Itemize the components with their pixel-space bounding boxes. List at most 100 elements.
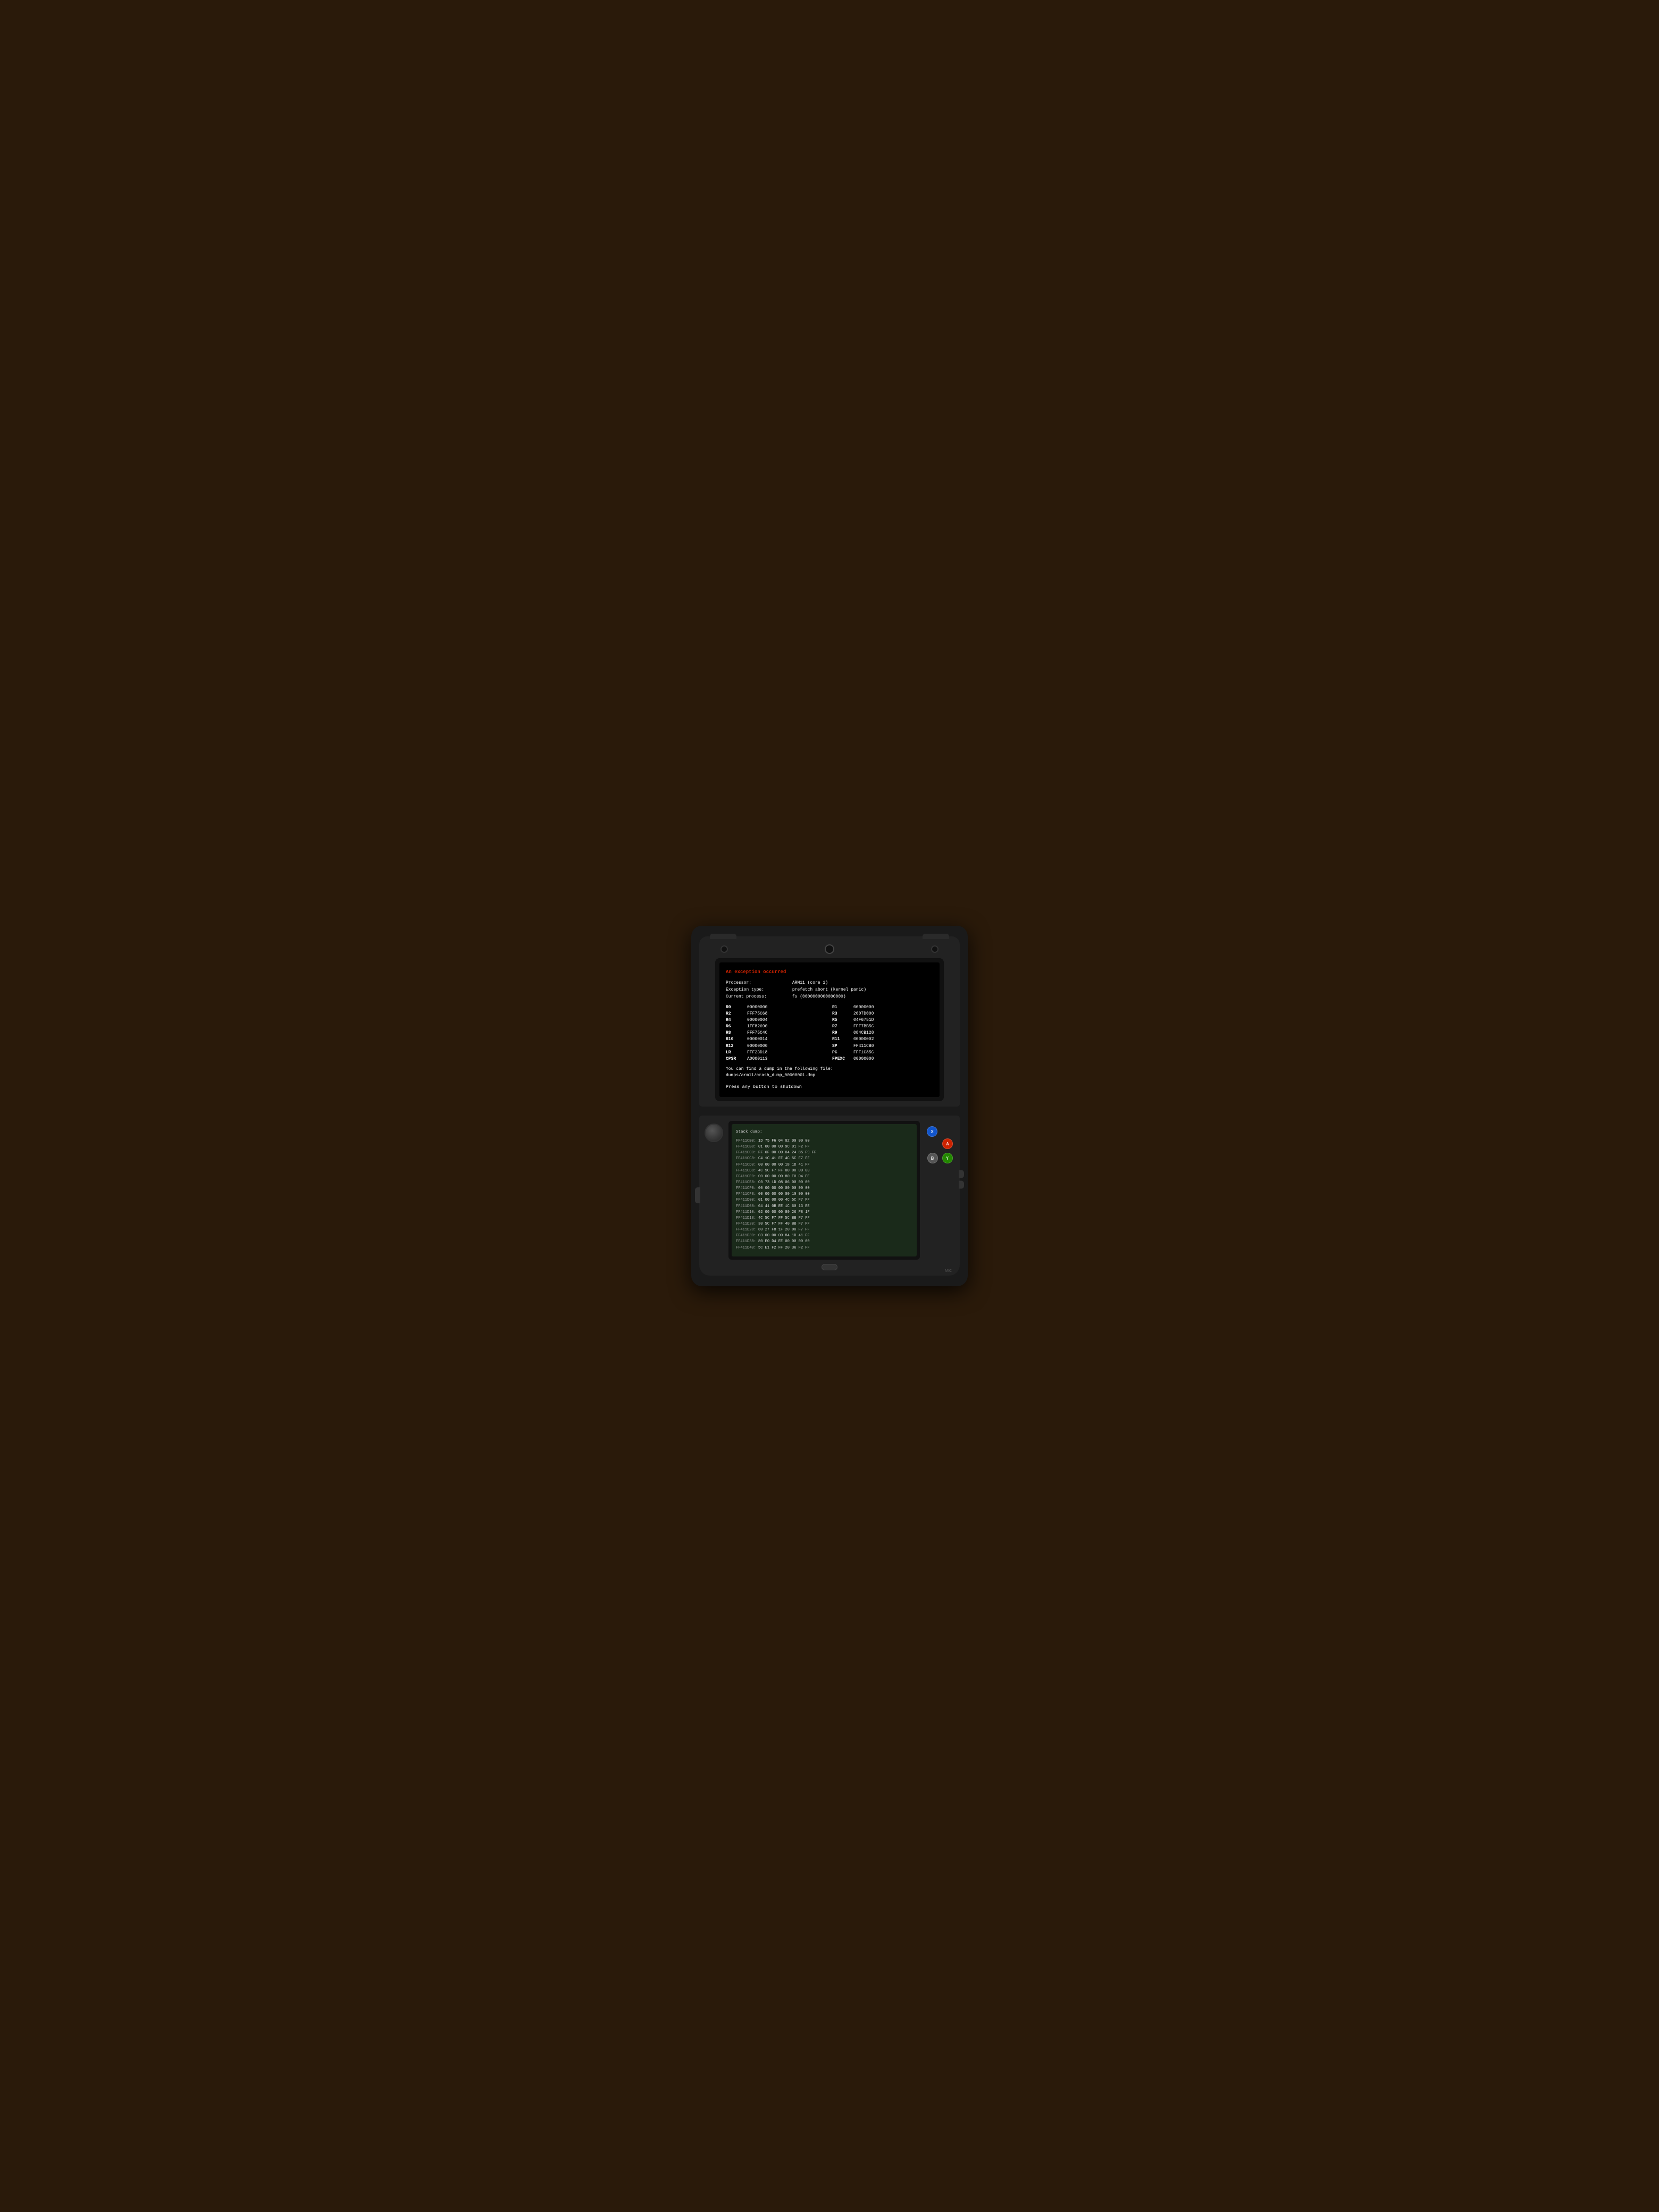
stack-title: Stack dump:	[736, 1129, 912, 1135]
register-row: FPEXC00000000	[832, 1056, 933, 1062]
register-row: R1200000000	[726, 1043, 827, 1049]
register-row: R1100000002	[832, 1036, 933, 1042]
side-button-left[interactable]	[695, 1187, 700, 1203]
stack-data: 00 00 00 00 00 00 00 00	[758, 1186, 810, 1191]
reg-val: FF411CB0	[853, 1043, 874, 1049]
camera-left	[720, 945, 728, 953]
stack-data: C4 1C 41 FF 4C 5C F7 FF	[758, 1157, 810, 1161]
stack-addr: FF411D20:	[736, 1222, 756, 1226]
a-button[interactable]: A	[942, 1138, 953, 1149]
stack-data: 4C 5C F7 FF 00 00 00 00	[758, 1169, 810, 1173]
y-button[interactable]: Y	[942, 1153, 953, 1163]
3ds-device: An exception occurred Processor: ARM11 (…	[691, 926, 968, 1286]
processor-label: Processor:	[726, 980, 790, 986]
stack-addr: FF411D10:	[736, 1210, 756, 1214]
process-label: Current process:	[726, 994, 790, 1000]
reg-name: R11	[832, 1036, 851, 1042]
circle-pad[interactable]	[705, 1124, 723, 1142]
shoulder-left-btn[interactable]	[710, 934, 736, 939]
stack-addr: FF411D38:	[736, 1239, 756, 1244]
reg-name: R2	[726, 1011, 744, 1017]
side-buttons-right	[959, 1170, 964, 1189]
register-row: R61FF82690	[726, 1024, 827, 1029]
register-row: R504F6751D	[832, 1017, 933, 1023]
action-buttons: X A	[925, 1126, 954, 1149]
stack-row: FF411CB8: 01 00 00 00 9C 01 F2 FF	[736, 1144, 912, 1150]
reg-val: A0000113	[747, 1056, 767, 1062]
hinge	[715, 1109, 944, 1116]
reg-val: 084CB128	[853, 1030, 874, 1036]
registers-grid: R000000000R100000000R2FFF75C68R32007D000…	[726, 1004, 933, 1062]
top-screen-bezel: An exception occurred Processor: ARM11 (…	[715, 958, 944, 1101]
register-row: R000000000	[726, 1004, 827, 1010]
stack-addr: FF411CC0:	[736, 1151, 756, 1155]
shoulder-right-btn[interactable]	[923, 934, 949, 939]
reg-val: 00000014	[747, 1036, 767, 1042]
stack-row: FF411D20: 30 5C F7 FF 40 BB F7 FF	[736, 1221, 912, 1227]
stack-row: FF411CC0: FF 6F 00 00 04 24 85 F9 FF	[736, 1150, 912, 1155]
stack-row: FF411D38: 80 E0 D4 EE 00 00 00 00	[736, 1239, 912, 1244]
reg-name: R3	[832, 1011, 851, 1017]
reg-name: R7	[832, 1024, 851, 1029]
stack-addr: FF411CE0:	[736, 1175, 756, 1179]
stack-row: FF411D10: 02 00 00 00 80 26 F8 1F	[736, 1210, 912, 1215]
stack-addr: FF411CD8:	[736, 1169, 756, 1173]
stack-row: FF411CB0: 1D 75 F6 04 02 00 00 00	[736, 1138, 912, 1144]
reg-val: 00000002	[853, 1036, 874, 1042]
reg-name: R5	[832, 1017, 851, 1023]
stack-data: C0 73 1D 08 06 00 00 00	[758, 1180, 810, 1185]
stack-addr: FF411CB8:	[736, 1145, 756, 1149]
stack-data: 01 00 00 00 4C 5C F7 FF	[758, 1198, 810, 1202]
process-value: fs (0000000000000000)	[792, 994, 846, 999]
reg-name: LR	[726, 1050, 744, 1055]
stack-data: 4C 5C F7 FF 5C BB F7 FF	[758, 1216, 810, 1220]
stack-row: FF411CE8: C0 73 1D 08 06 00 00 00	[736, 1180, 912, 1185]
b-button[interactable]: B	[927, 1153, 938, 1163]
stack-row: FF411D40: 5C E1 F2 FF 20 36 F2 FF	[736, 1245, 912, 1251]
exception-value: prefetch abort (kernel panic)	[792, 987, 866, 992]
stack-row: FF411D28: 80 27 F8 1F 20 D0 F7 FF	[736, 1227, 912, 1233]
reg-val: 00000000	[853, 1004, 874, 1010]
volume-btn[interactable]	[959, 1170, 964, 1178]
stack-addr: FF411CB0:	[736, 1139, 756, 1143]
stack-row: FF411CD0: 00 00 00 00 18 1D 41 FF	[736, 1162, 912, 1168]
register-row: CPSRA0000113	[726, 1056, 827, 1062]
stack-addr: FF411D00:	[736, 1198, 756, 1202]
dump-path: dumps/arm11/crash_dump_00000001.dmp	[726, 1073, 933, 1079]
right-controls: X A B Y	[925, 1121, 954, 1163]
stack-row: FF411CF8: 00 00 00 00 00 10 00 00	[736, 1192, 912, 1197]
stack-row: FF411CF0: 00 00 00 00 00 00 00 00	[736, 1186, 912, 1191]
home-button[interactable]	[822, 1264, 837, 1270]
register-row: R7FFF7BB5C	[832, 1024, 933, 1029]
bottom-row	[705, 1264, 954, 1270]
processor-line: Processor: ARM11 (core 1)	[726, 980, 933, 986]
bottom-screen-area: Stack dump: FF411CB0: 1D 75 F6 04 02 00 …	[728, 1121, 920, 1260]
reg-name: R0	[726, 1004, 744, 1010]
x-button[interactable]: X	[927, 1126, 937, 1137]
stack-data: 1D 75 F6 04 02 00 00 00	[758, 1139, 810, 1143]
cameras	[705, 944, 954, 954]
wifi-btn[interactable]	[959, 1181, 964, 1189]
bottom-screen: Stack dump: FF411CB0: 1D 75 F6 04 02 00 …	[732, 1124, 917, 1256]
reg-val: FFF75C68	[747, 1011, 767, 1017]
reg-val: 04F6751D	[853, 1017, 874, 1023]
stack-row: FF411D18: 4C 5C F7 FF 5C BB F7 FF	[736, 1216, 912, 1221]
stack-data: FF 6F 00 00 04 24 85 F9 FF	[758, 1151, 816, 1155]
stack-data: 03 00 00 00 84 1D 41 FF	[758, 1234, 810, 1238]
register-row: SPFF411CB0	[832, 1043, 933, 1049]
stack-addr: FF411CF0:	[736, 1186, 756, 1191]
stack-addr: FF411D08:	[736, 1204, 756, 1209]
register-row: PCFFF1C85C	[832, 1050, 933, 1055]
press-message: Press any button to shutdown	[726, 1084, 933, 1091]
stack-row: FF411CE0: 00 00 00 00 80 E0 D4 EE	[736, 1174, 912, 1179]
dump-message: You can find a dump in the following fil…	[726, 1066, 933, 1073]
stack-data: 80 27 F8 1F 20 D0 F7 FF	[758, 1228, 810, 1232]
camera-right	[931, 945, 939, 953]
stack-data: 01 00 00 00 9C 01 F2 FF	[758, 1145, 810, 1149]
reg-val: FFF75C4C	[747, 1030, 767, 1036]
stack-row: FF411CC8: C4 1C 41 FF 4C 5C F7 FF	[736, 1156, 912, 1161]
stack-data: 80 E0 D4 EE 00 00 00 00	[758, 1239, 810, 1244]
register-row: R8FFF75C4C	[726, 1030, 827, 1036]
error-title: An exception occurred	[726, 969, 933, 976]
reg-val: 00000000	[747, 1043, 767, 1049]
